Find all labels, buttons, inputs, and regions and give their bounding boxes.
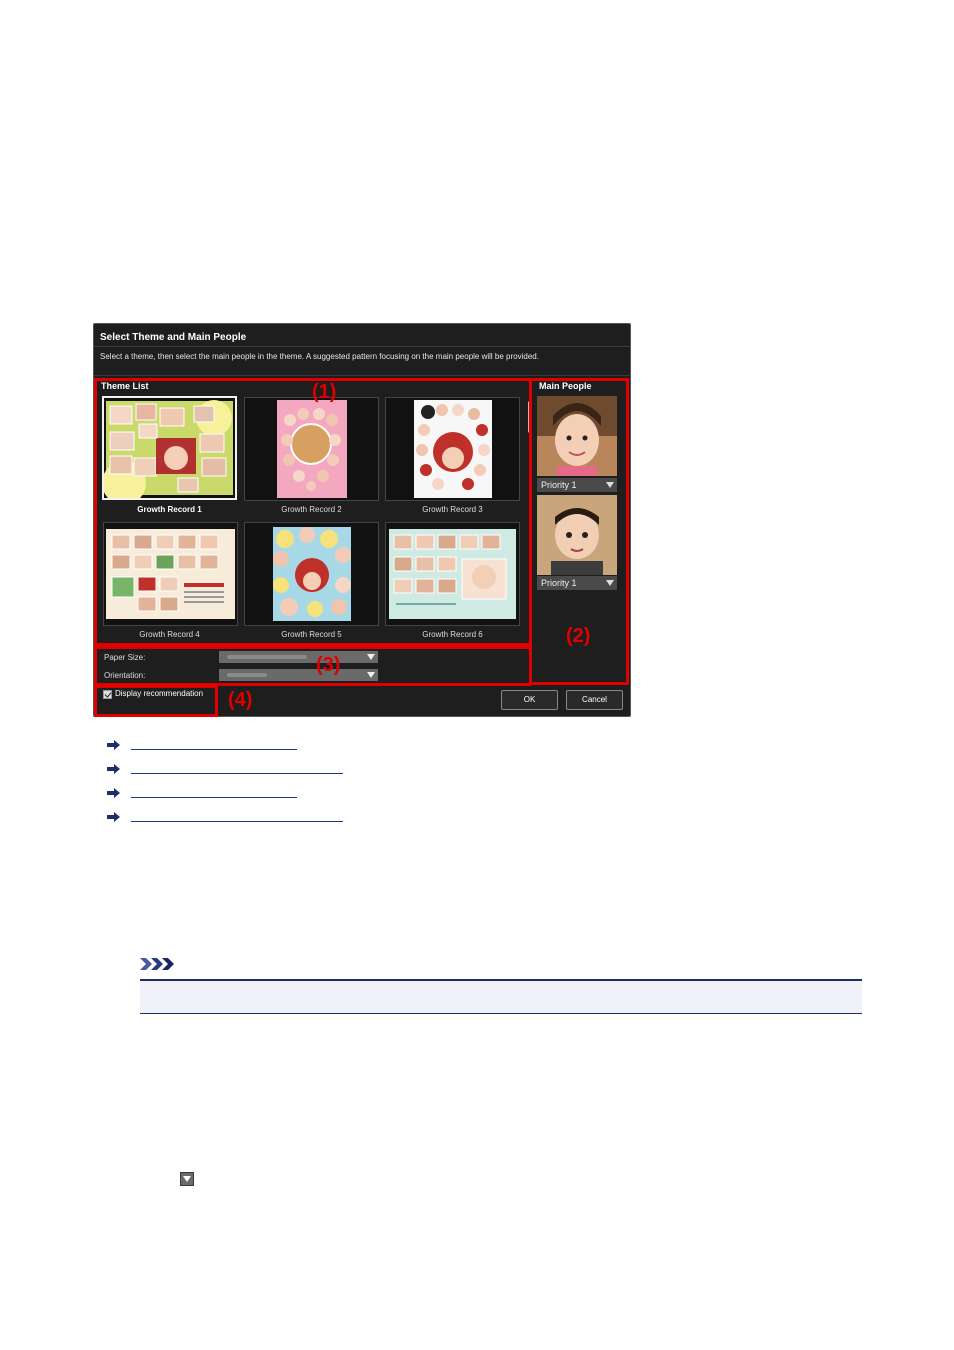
dialog-title: Select Theme and Main People bbox=[100, 332, 247, 343]
link-underline bbox=[131, 773, 343, 774]
dialog-description: Select a theme, then select the main peo… bbox=[100, 352, 539, 361]
callout-3: (3) bbox=[316, 654, 341, 676]
arrow-right-icon bbox=[107, 812, 120, 822]
link-item-1[interactable] bbox=[107, 738, 307, 752]
note-icon bbox=[140, 958, 174, 970]
arrow-right-icon bbox=[107, 740, 120, 750]
description-divider bbox=[94, 375, 630, 376]
title-divider bbox=[94, 346, 630, 347]
link-item-3[interactable] bbox=[107, 786, 307, 800]
note-box bbox=[140, 979, 862, 1014]
arrow-right-icon bbox=[107, 788, 120, 798]
cancel-button[interactable]: Cancel bbox=[566, 690, 623, 710]
link-underline bbox=[131, 821, 343, 822]
link-item-2[interactable] bbox=[107, 762, 357, 776]
callout-2: (2) bbox=[566, 625, 591, 647]
link-underline bbox=[131, 797, 297, 798]
callout-4: (4) bbox=[228, 689, 253, 711]
link-item-4[interactable] bbox=[107, 810, 357, 824]
annotation-box-recommendation bbox=[94, 685, 218, 717]
arrow-right-icon bbox=[107, 764, 120, 774]
link-underline bbox=[131, 749, 297, 750]
dropdown-triangle-icon bbox=[180, 1172, 194, 1186]
ok-button[interactable]: OK bbox=[501, 690, 558, 710]
annotation-box-theme-list bbox=[94, 378, 532, 646]
annotation-box-settings bbox=[94, 646, 532, 686]
callout-1: (1) bbox=[312, 381, 337, 403]
